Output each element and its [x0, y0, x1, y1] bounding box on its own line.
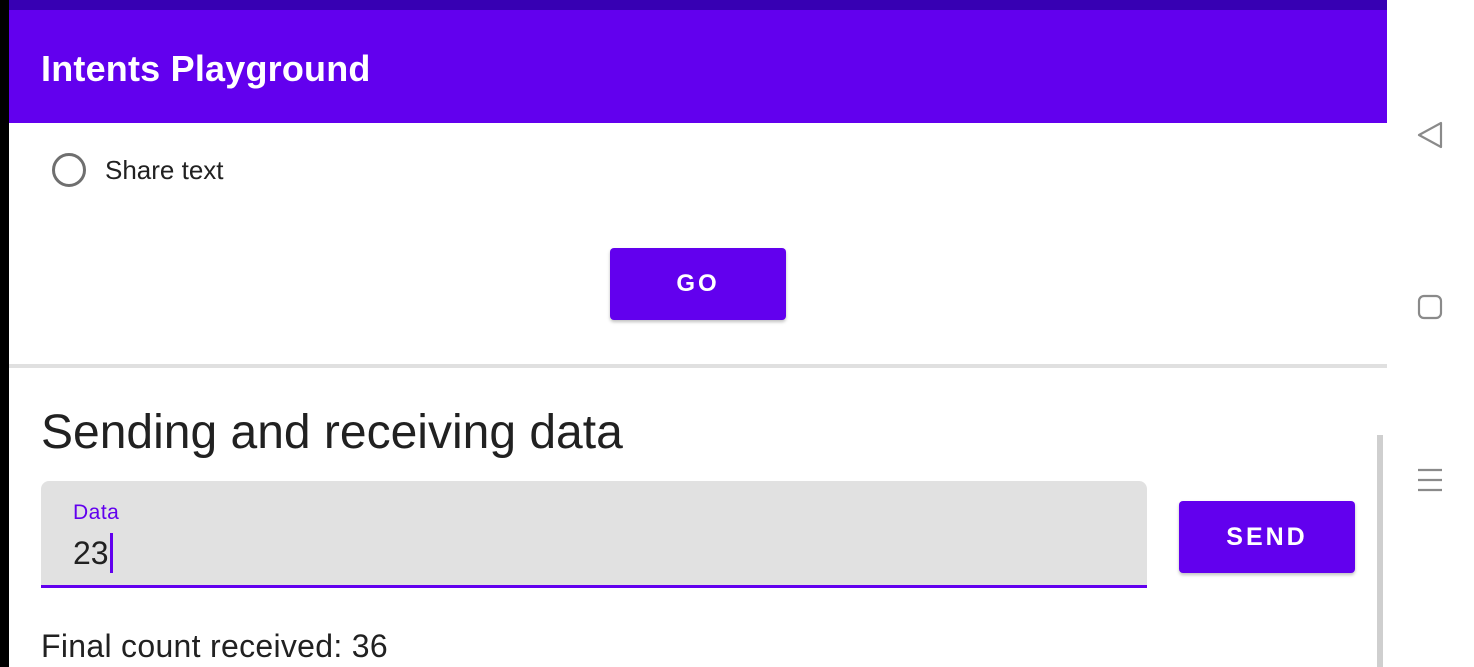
- section-title: Sending and receiving data: [41, 406, 623, 459]
- data-field-label: Data: [73, 501, 120, 524]
- scrollbar[interactable]: [1377, 435, 1383, 667]
- radio-label: Share text: [105, 154, 224, 185]
- app-title: Intents Playground: [41, 48, 371, 89]
- menu-icon[interactable]: [1415, 465, 1445, 495]
- main-content: Share text GO Sending and receiving data…: [9, 123, 1387, 667]
- data-field-value[interactable]: 23: [73, 535, 109, 572]
- go-button[interactable]: GO: [610, 248, 786, 320]
- data-field-value-wrap[interactable]: 23: [73, 533, 113, 573]
- send-button[interactable]: SEND: [1179, 501, 1355, 573]
- app-bar: Intents Playground: [9, 10, 1387, 123]
- home-square: [1417, 294, 1443, 320]
- menu-lines: [1418, 468, 1442, 492]
- home-icon[interactable]: [1415, 292, 1445, 322]
- navigation-bar: [1387, 0, 1474, 667]
- data-field[interactable]: Data 23: [41, 481, 1147, 588]
- back-triangle: [1417, 121, 1443, 149]
- text-cursor: [109, 533, 113, 573]
- status-bar: [9, 0, 1387, 10]
- radio-unchecked-icon[interactable]: [52, 153, 86, 187]
- final-count-text: Final count received: 36: [41, 628, 388, 664]
- back-icon[interactable]: [1415, 120, 1445, 150]
- divider: [9, 364, 1387, 368]
- screen-edge: [0, 0, 9, 667]
- share-text-radio[interactable]: Share text: [52, 153, 224, 187]
